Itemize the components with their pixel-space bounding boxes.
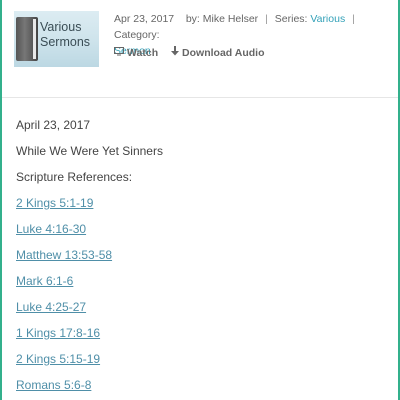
sermon-header: Various Sermons Apr 23, 2017 by: Mike He…	[2, 0, 398, 98]
scripture-reference-link[interactable]: Matthew 13:53-58	[16, 246, 386, 272]
scripture-reference-link[interactable]: 1 Kings 17:8-16	[16, 324, 386, 350]
by-label: by:	[185, 13, 200, 25]
sermon-actions: Watch Download Audio	[114, 46, 274, 59]
sermon-content: April 23, 2017 While We Were Yet Sinners…	[16, 116, 386, 400]
meta-separator: |	[265, 13, 268, 25]
download-audio-label: Download Audio	[182, 47, 265, 59]
scripture-reference-link[interactable]: 2 Kings 5:1-19	[16, 194, 386, 220]
thumbnail-title-line2: Sermons	[40, 35, 91, 49]
sermon-thumbnail[interactable]: Various Sermons	[14, 11, 99, 67]
content-date: April 23, 2017	[16, 118, 91, 132]
watch-label: Watch	[127, 47, 159, 59]
category-label: Category:	[114, 29, 160, 41]
scripture-reference-link[interactable]: Luke 4:25-27	[16, 298, 386, 324]
author-name: Mike Helser	[202, 13, 259, 25]
scripture-reference-link[interactable]: 2 Kings 5:15-19	[16, 350, 386, 376]
scripture-reference-link[interactable]: Romans 5:6-8	[16, 376, 386, 400]
thumbnail-title: Various Sermons	[40, 20, 90, 50]
series-label: Series:	[274, 13, 308, 25]
scripture-reference-link[interactable]: Mark 6:1-6	[16, 272, 386, 298]
series-link[interactable]: Various	[310, 13, 345, 25]
sermon-date: Apr 23, 2017	[114, 13, 175, 25]
sermon-title: While We Were Yet Sinners	[16, 144, 163, 158]
sermon-card: Various Sermons Apr 23, 2017 by: Mike He…	[0, 0, 400, 400]
book-icon	[16, 17, 38, 61]
meta-separator: |	[352, 13, 355, 25]
download-audio-button[interactable]: Download Audio	[171, 46, 264, 59]
scripture-heading: Scripture References:	[16, 170, 133, 184]
watch-button[interactable]: Watch	[114, 47, 158, 59]
thumbnail-title-line1: Various	[40, 20, 82, 34]
monitor-icon	[114, 47, 124, 59]
download-icon	[171, 46, 180, 59]
scripture-reference-link[interactable]: Luke 4:16-30	[16, 220, 386, 246]
